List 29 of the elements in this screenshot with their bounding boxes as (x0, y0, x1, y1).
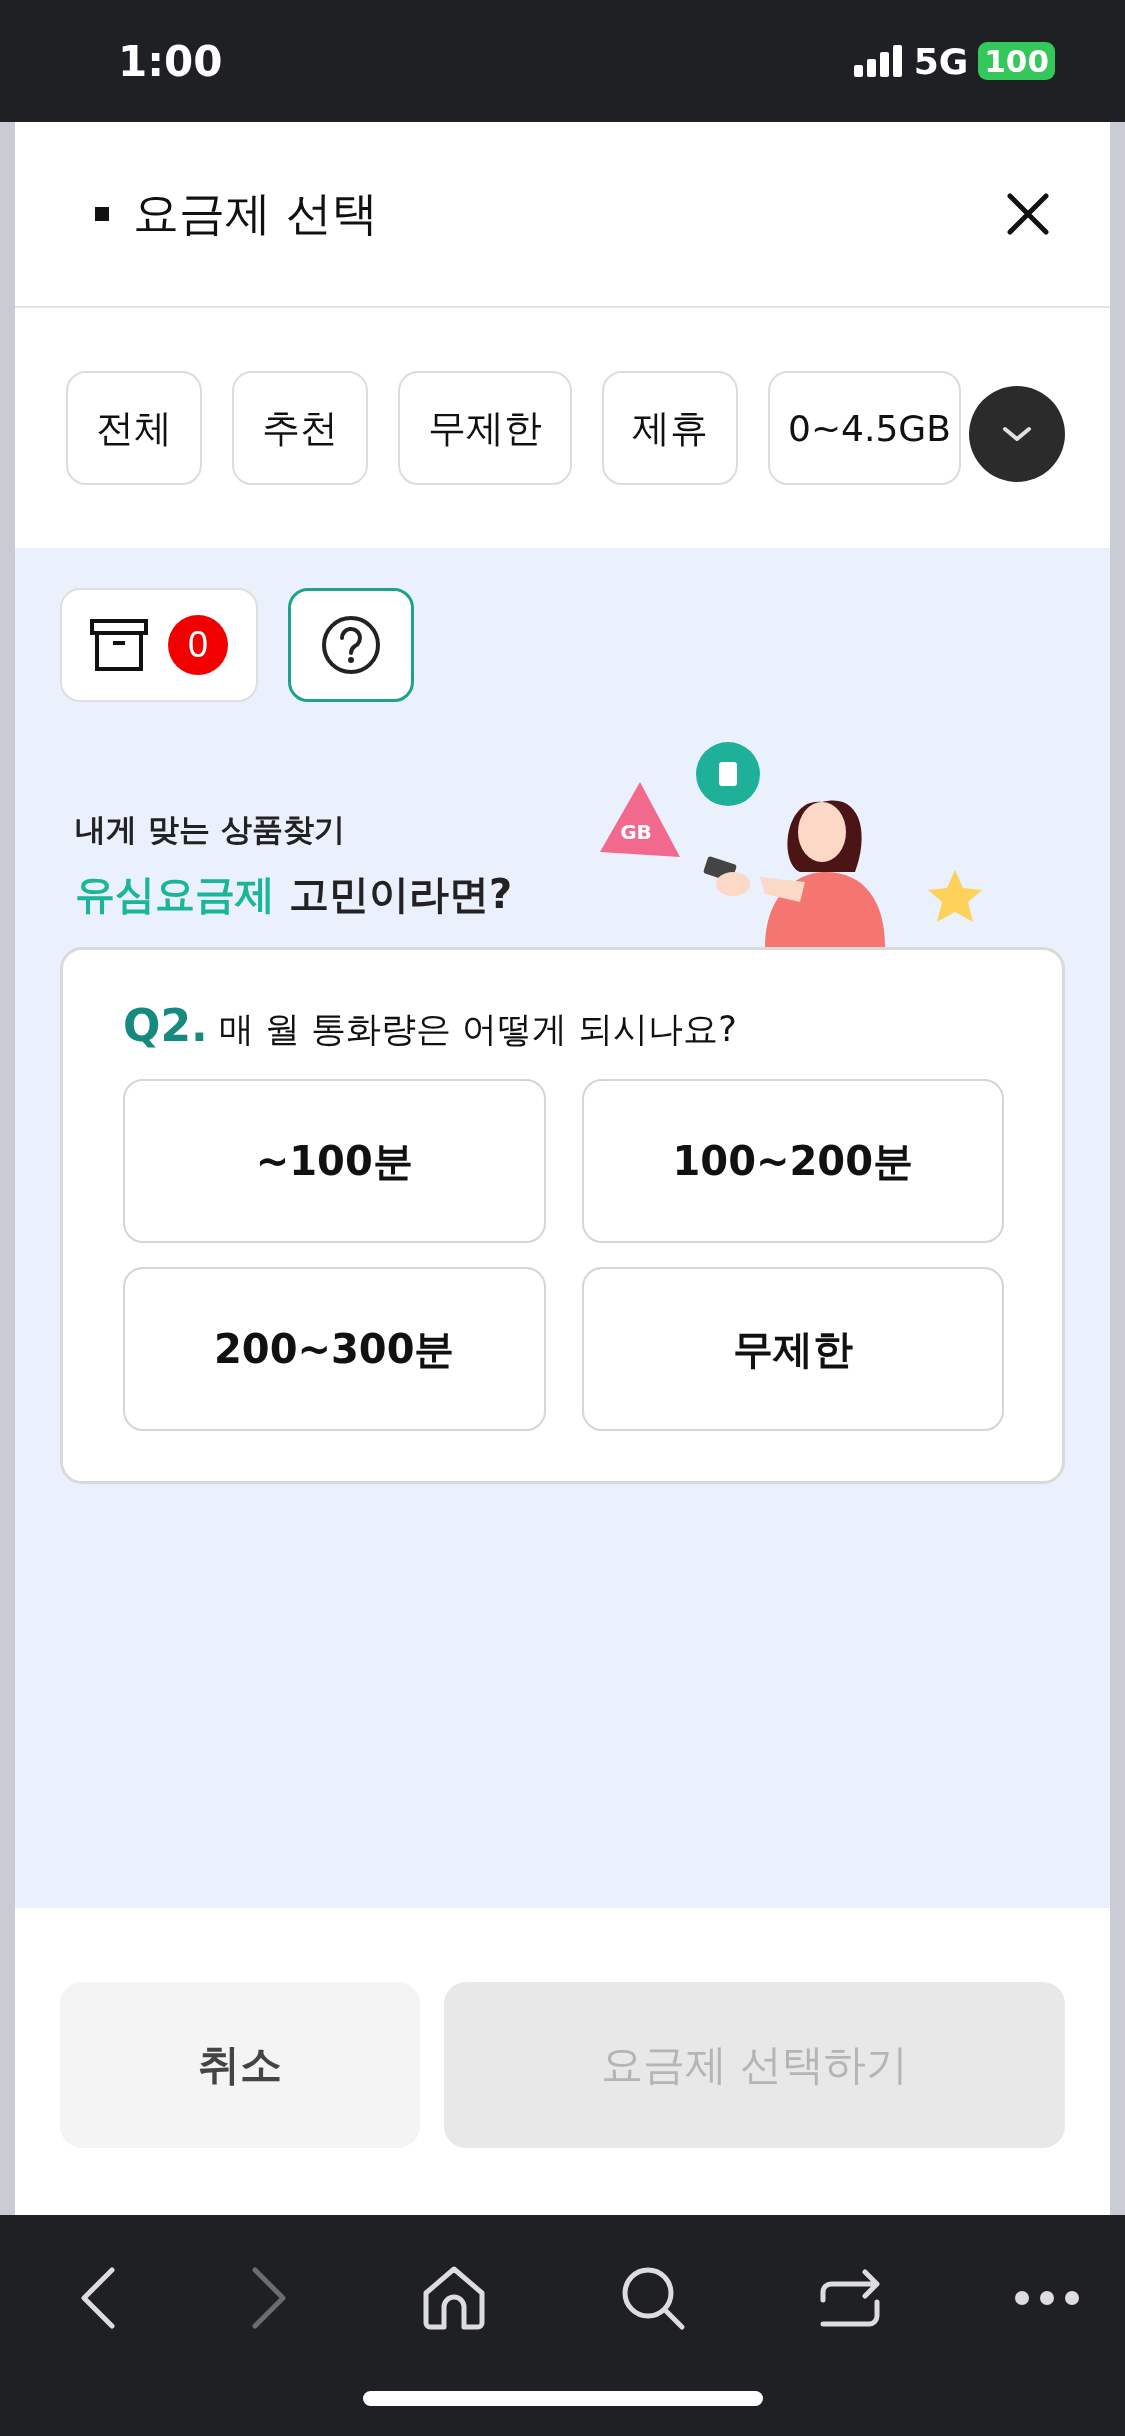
bullet-icon (95, 207, 109, 221)
count-badge: 0 (168, 615, 228, 675)
filter-chip[interactable]: 제휴 (602, 371, 738, 485)
filter-chip[interactable]: 추천 (232, 371, 368, 485)
promo-subtitle: 내게 맞는 상품찾기 (75, 810, 346, 849)
chevron-down-icon (1000, 424, 1034, 444)
filter-chip[interactable]: 전체 (66, 371, 202, 485)
filter-chip[interactable]: 0~4.5GB (768, 371, 961, 485)
close-icon[interactable] (1006, 192, 1050, 236)
answer-option[interactable]: 무제한 (581, 1267, 1004, 1431)
help-icon (321, 615, 381, 675)
illustration-drawing: GB (600, 742, 1000, 947)
more-icon[interactable] (1013, 2290, 1080, 2306)
sheet-title: 요금제 선택 (133, 185, 379, 242)
answer-option[interactable]: 200~300분 (123, 1267, 546, 1431)
status-time: 1:00 (118, 36, 223, 86)
battery-level: 100 (978, 42, 1055, 80)
question-text: Q2. 매 월 통화량은 어떻게 되시나요? (123, 1000, 738, 1053)
filter-chip[interactable]: 무제한 (398, 371, 572, 485)
signal-icon (853, 45, 904, 77)
archive-icon (90, 619, 148, 671)
cancel-button[interactable]: 취소 (60, 1982, 420, 2148)
answer-option[interactable]: 100~200분 (581, 1079, 1004, 1243)
answer-option[interactable]: ~100분 (123, 1079, 546, 1243)
network-label: 5G (913, 40, 969, 82)
compare-button[interactable]: 0 (60, 588, 258, 702)
promo-headline: 유심요금제 고민이라면? (75, 870, 513, 919)
back-icon[interactable] (78, 2266, 118, 2330)
help-button[interactable] (288, 588, 414, 702)
